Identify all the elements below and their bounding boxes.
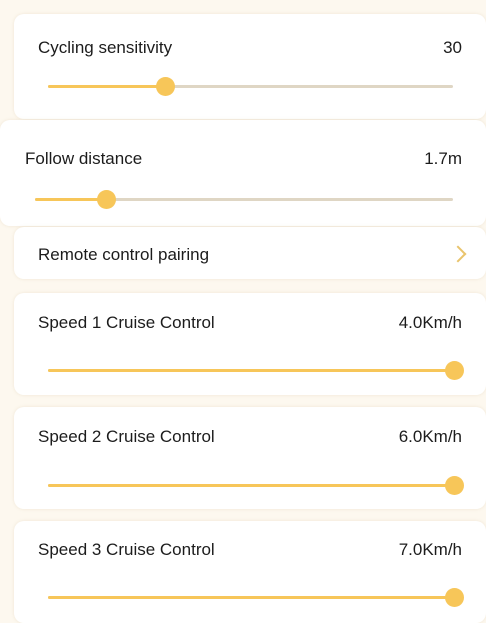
slider-thumb[interactable] [96, 190, 116, 209]
cycling-sensitivity-slider[interactable] [48, 77, 453, 96]
slider-thumb[interactable] [444, 588, 464, 607]
remote-pairing-row[interactable]: Remote control pairing [14, 227, 486, 279]
speed1-value: 4.0Km/h [398, 313, 462, 332]
remote-pairing-label: Remote control pairing [38, 245, 210, 264]
speed2-card: Speed 2 Cruise Control 6.0Km/h [14, 407, 486, 509]
slider-fill [48, 85, 166, 88]
speed3-slider[interactable] [48, 588, 464, 607]
follow-distance-card: Follow distance 1.7m [0, 120, 486, 226]
cycling-sensitivity-value: 30 [443, 38, 462, 57]
speed3-card: Speed 3 Cruise Control 7.0Km/h [14, 521, 486, 623]
speed2-label: Speed 2 Cruise Control [38, 427, 215, 446]
slider-fill [48, 369, 454, 372]
follow-distance-label: Follow distance [25, 149, 143, 168]
slider-thumb[interactable] [444, 476, 464, 495]
cycling-sensitivity-label: Cycling sensitivity [38, 38, 173, 57]
speed1-slider[interactable] [48, 361, 464, 380]
speed1-card: Speed 1 Cruise Control 4.0Km/h [14, 293, 486, 395]
cycling-sensitivity-card: Cycling sensitivity 30 [14, 14, 486, 119]
chevron-right-icon [449, 245, 467, 263]
speed3-label: Speed 3 Cruise Control [38, 540, 215, 559]
speed2-slider[interactable] [48, 476, 464, 495]
slider-fill [48, 596, 454, 599]
speed3-value: 7.0Km/h [398, 540, 462, 559]
follow-distance-value: 1.7m [424, 149, 462, 168]
slider-fill [48, 484, 454, 487]
speed1-label: Speed 1 Cruise Control [38, 313, 215, 332]
follow-distance-slider[interactable] [35, 190, 453, 209]
slider-fill [35, 198, 107, 201]
speed2-value: 6.0Km/h [398, 427, 462, 446]
slider-thumb[interactable] [444, 361, 464, 380]
slider-thumb[interactable] [155, 77, 175, 96]
